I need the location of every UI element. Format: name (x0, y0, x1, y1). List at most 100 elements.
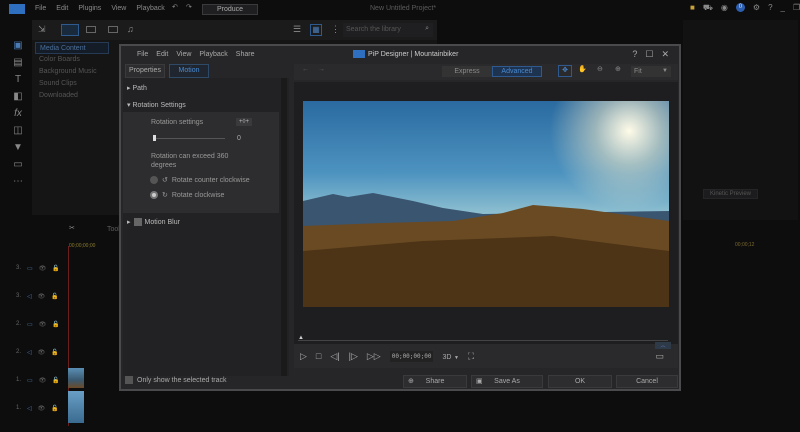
subtitle-icon[interactable]: ▭ (13, 159, 22, 170)
menu-plugins[interactable]: Plugins (78, 5, 101, 12)
minimize-icon[interactable]: _ (781, 3, 785, 13)
eye-icon[interactable]: 👁 (38, 349, 46, 356)
lock-icon[interactable]: 🔓 (52, 321, 59, 328)
menu-view[interactable]: View (111, 5, 126, 12)
eye-icon[interactable]: 👁 (38, 293, 46, 300)
mode-express[interactable]: Express (442, 66, 492, 77)
radio-button[interactable] (150, 176, 158, 184)
save-as-button[interactable]: ▣ Save As (471, 375, 543, 388)
slider-thumb[interactable] (153, 135, 156, 141)
rotation-slider[interactable] (153, 135, 225, 141)
section-motion-blur[interactable]: ▸ Motion Blur (127, 218, 180, 226)
library-item-color-boards[interactable]: Color Boards (35, 54, 109, 66)
notification-badge[interactable]: 0 (735, 3, 745, 12)
audio-clip[interactable] (68, 391, 84, 423)
stop-icon[interactable]: □ (316, 351, 321, 361)
play-icon[interactable]: ▷ (300, 351, 307, 362)
help-icon[interactable]: ? (768, 3, 772, 13)
undo-icon[interactable]: ← (302, 66, 309, 73)
eye-icon[interactable]: 👁 (39, 265, 47, 272)
track-video-3[interactable]: 3. ▭ 👁 🔓 (8, 255, 68, 281)
hand-icon[interactable]: ✋ (578, 65, 587, 73)
video-frame[interactable] (303, 101, 669, 307)
motion-blur-checkbox[interactable] (133, 218, 142, 226)
radio-counter-clockwise[interactable]: ↺ Rotate counter clockwise (150, 176, 250, 184)
help-icon[interactable]: ? (632, 49, 637, 60)
scissors-icon[interactable]: ✂ (69, 224, 75, 232)
dialog-menu-edit[interactable]: Edit (156, 51, 168, 58)
only-selected-checkbox[interactable]: Only show the selected track (125, 376, 227, 384)
pip-icon[interactable]: ◫ (13, 125, 22, 136)
track-audio-3[interactable]: 3. ◁ 👁 🔓 (8, 283, 68, 309)
menu-file[interactable]: File (35, 5, 46, 12)
eye-icon[interactable]: 👁 (38, 405, 46, 412)
timeline-scrubber[interactable]: ▲ (298, 335, 668, 341)
track-audio-1[interactable]: 1. ◁ 👁 🔓 (8, 395, 68, 421)
menu-edit[interactable]: Edit (56, 5, 68, 12)
media-room-icon[interactable]: ▣ (13, 40, 22, 51)
zoom-out-icon[interactable]: ⊖ (597, 65, 603, 73)
kinetic-preview-button[interactable]: Kinetic Preview (703, 189, 758, 199)
library-item-media-content[interactable]: Media Content (35, 42, 109, 54)
track-video-1[interactable]: 1. ▭ 👁 🔓 (8, 367, 68, 393)
account-icon[interactable]: ◉ (721, 3, 728, 13)
radio-button-selected[interactable] (150, 191, 158, 199)
list-view-icon[interactable]: ☰ (293, 24, 301, 35)
particle-icon[interactable]: ▼ (13, 142, 23, 153)
transition-icon[interactable]: ◧ (13, 91, 22, 102)
scrubber-thumb[interactable]: ▲ (298, 335, 304, 341)
lock-icon[interactable]: 🔓 (51, 349, 58, 356)
radio-clockwise[interactable]: ↻ Rotate clockwise (150, 191, 224, 199)
maximize-icon[interactable]: ☐ (645, 49, 653, 60)
video-clip[interactable] (68, 368, 84, 388)
eye-icon[interactable]: 👁 (39, 321, 47, 328)
tab-properties[interactable]: Properties (125, 64, 165, 78)
dialog-menu-playback[interactable]: Playback (199, 51, 227, 58)
3d-toggle[interactable]: 3D ▼ (442, 351, 458, 361)
section-path[interactable]: ▸ Path (127, 84, 147, 92)
track-audio-2[interactable]: 2. ◁ 👁 🔓 (8, 339, 68, 365)
redo-icon[interactable]: ↷ (186, 3, 192, 11)
lock-icon[interactable]: 🔓 (51, 405, 58, 412)
eye-icon[interactable]: 👁 (39, 377, 47, 384)
mode-advanced[interactable]: Advanced (492, 66, 542, 77)
import-icon[interactable]: ⇲ (38, 24, 46, 35)
ok-button[interactable]: OK (548, 375, 612, 388)
previous-frame-icon[interactable]: ◁| (330, 351, 339, 362)
gift-icon[interactable]: ■ (690, 3, 695, 13)
media-filter-icon[interactable] (61, 24, 79, 36)
fullscreen-icon[interactable]: ⛶ (468, 351, 474, 362)
tab-motion[interactable]: Motion (169, 64, 209, 78)
fast-forward-icon[interactable]: ▷▷ (367, 351, 381, 362)
calendar-icon[interactable]: ▤ (13, 57, 22, 68)
more-icon[interactable]: ⋯ (13, 176, 23, 187)
section-rotation[interactable]: ▾ Rotation Settings (127, 101, 186, 109)
image-filter-icon[interactable] (108, 26, 118, 33)
library-item-downloaded[interactable]: Downloaded (35, 90, 109, 102)
produce-button[interactable]: Produce (202, 4, 258, 15)
menu-playback[interactable]: Playback (136, 5, 164, 12)
display-icon[interactable]: ▭ (655, 351, 664, 362)
fx-icon[interactable]: fx (14, 108, 22, 119)
video-filter-icon[interactable] (86, 26, 96, 33)
library-item-sound-clips[interactable]: Sound Clips (35, 78, 109, 90)
search-input[interactable]: Search the library ⌕ (343, 23, 433, 37)
checkbox[interactable] (125, 376, 133, 384)
track-video-2[interactable]: 2. ▭ 👁 🔓 (8, 311, 68, 337)
keyframe-button[interactable]: +◊+ (236, 118, 252, 126)
restore-icon[interactable]: ❐ (793, 3, 800, 13)
close-icon[interactable]: ✕ (661, 49, 669, 60)
share-button[interactable]: ⊕ Share (403, 375, 467, 388)
redo-icon[interactable]: → (318, 66, 325, 73)
lock-icon[interactable]: 🔓 (52, 377, 59, 384)
settings-icon[interactable]: ⚙ (753, 3, 760, 13)
audio-filter-icon[interactable]: ♫ (127, 24, 134, 34)
next-frame-icon[interactable]: |▷ (349, 351, 358, 362)
grid-view-icon[interactable]: ▦ (310, 24, 322, 36)
zoom-in-icon[interactable]: ⊕ (615, 65, 621, 73)
lock-icon[interactable]: 🔓 (51, 293, 58, 300)
cancel-button[interactable]: Cancel (616, 375, 678, 388)
lock-icon[interactable]: 🔓 (52, 265, 59, 272)
player-timecode[interactable]: 00;00;00;00 (389, 350, 434, 362)
expand-button[interactable]: ︿ (655, 342, 671, 349)
